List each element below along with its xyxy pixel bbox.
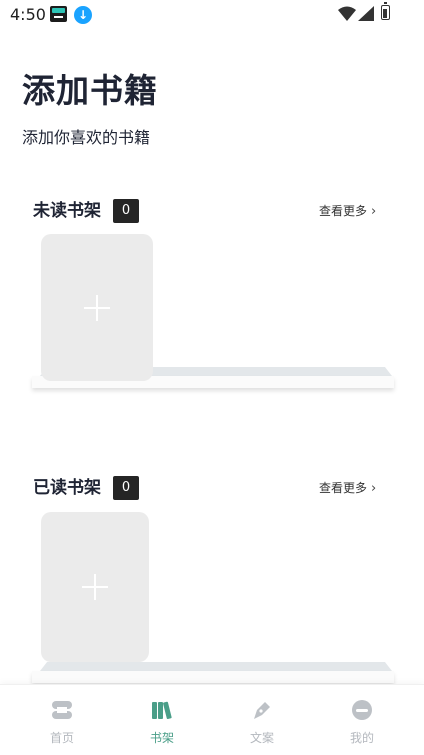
nav-label: 文案 xyxy=(249,731,274,745)
status-time: 4:50 xyxy=(10,5,46,24)
unread-shelf-section: 未读书架 0 查看更多 › xyxy=(0,199,424,419)
view-more-link[interactable]: 查看更多 › xyxy=(319,202,376,221)
chevron-right-icon: › xyxy=(371,204,377,219)
nav-label: 我的 xyxy=(349,731,374,745)
battery-icon xyxy=(381,2,390,20)
view-more-link[interactable]: 查看更多 › xyxy=(319,479,376,498)
shelf-count-badge: 0 xyxy=(113,199,139,223)
read-shelf-section: 已读书架 0 查看更多 › xyxy=(0,476,424,696)
shelf-title: 已读书架 xyxy=(33,478,101,498)
nav-item-home[interactable]: 首页 xyxy=(12,685,112,755)
pen-icon xyxy=(254,702,270,719)
nav-label: 书架 xyxy=(149,731,174,745)
chevron-right-icon: › xyxy=(371,481,377,496)
plus-icon xyxy=(84,294,110,321)
app-notification-icon xyxy=(50,6,67,22)
bookshelf-board xyxy=(32,662,394,684)
add-book-card[interactable] xyxy=(41,512,149,662)
bottom-navigation: 首页 书架 文案 我的 xyxy=(0,684,424,755)
plus-icon xyxy=(82,574,108,600)
nav-item-copywriting[interactable]: 文案 xyxy=(212,685,312,755)
nav-item-profile[interactable]: 我的 xyxy=(312,685,412,755)
wifi-icon xyxy=(338,6,356,21)
home-icon xyxy=(52,701,72,719)
page-title: 添加书籍 xyxy=(22,71,158,110)
view-more-label: 查看更多 xyxy=(319,481,368,495)
page-subtitle: 添加你喜欢的书籍 xyxy=(22,128,151,147)
add-book-card[interactable] xyxy=(41,234,153,381)
profile-icon xyxy=(352,700,372,720)
signal-icon xyxy=(358,6,374,21)
shelf-title: 未读书架 xyxy=(33,201,101,221)
status-bar: 4:50 ↓ xyxy=(0,0,424,30)
nav-item-bookshelf[interactable]: 书架 xyxy=(112,685,212,755)
shelf-count-badge: 0 xyxy=(113,476,139,500)
download-notification-icon: ↓ xyxy=(74,6,92,24)
view-more-label: 查看更多 xyxy=(319,204,368,218)
books-icon xyxy=(152,701,172,720)
nav-label: 首页 xyxy=(49,731,74,745)
